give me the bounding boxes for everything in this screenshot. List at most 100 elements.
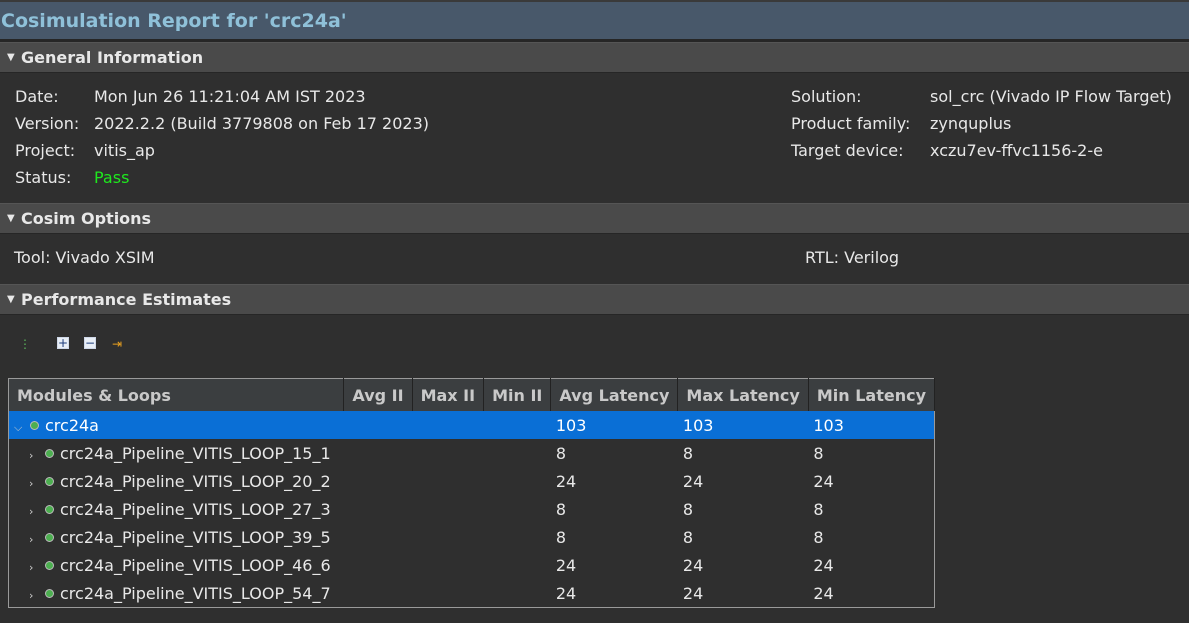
module-status-dot-icon [45,560,54,570]
cell-min-ii [484,495,551,523]
cell-max-ii [412,439,484,467]
table-row[interactable]: › crc24a_Pipeline_VITIS_LOOP_27_3 8 8 8 [9,495,935,523]
col-avg-latency[interactable]: Avg Latency [550,378,679,411]
cell-max-lat: 8 [682,527,694,547]
cosim-rtl: RTL: Verilog [805,248,900,267]
cell-max-ii [412,467,484,495]
chevron-right-icon[interactable]: › [29,589,41,602]
section-cosim-options[interactable]: ▼ Cosim Options [0,203,1189,234]
cell-min-ii [484,439,551,467]
cell-avg-lat: 24 [555,555,577,575]
info-status: Status: Pass [15,168,130,187]
cell-avg-lat: 24 [555,471,577,491]
cell-avg-lat: 8 [555,499,567,519]
cell-min-lat: 103 [808,411,935,439]
cell-min-lat: 24 [813,471,834,491]
module-cell: › crc24a_Pipeline_VITIS_LOOP_20_2 [29,471,331,491]
info-target-device: Target device: xczu7ev-ffvc1156-2-e [791,141,1103,160]
module-status-dot-icon [45,588,54,598]
col-min-ii[interactable]: Min II [483,378,552,411]
module-cell: › crc24a_Pipeline_VITIS_LOOP_54_7 [29,583,331,603]
expand-all-icon[interactable]: + [57,337,69,349]
cell-avg-ii [343,411,413,439]
table-row[interactable]: › crc24a_Pipeline_VITIS_LOOP_15_1 8 8 8 [9,439,935,467]
table-row[interactable]: › crc24a_Pipeline_VITIS_LOOP_20_2 24 24 24 [9,467,935,495]
cell-max-lat: 24 [682,471,704,491]
info-version: Version: 2022.2.2 (Build 3779808 on Feb 1… [15,114,430,133]
performance-table: Modules & Loops Avg II Max II Min II Avg… [8,378,936,608]
collapse-triangle-icon[interactable]: ▼ [7,213,15,224]
module-cell: › crc24a_Pipeline_VITIS_LOOP_46_6 [29,555,331,575]
cell-min-lat: 24 [813,583,834,603]
table-row[interactable]: ⌵ crc24a 103 103 103 [8,411,935,439]
cell-avg-ii [344,495,412,523]
cosim-tool: Tool: Vivado XSIM [14,248,155,267]
module-cell: › crc24a_Pipeline_VITIS_LOOP_15_1 [29,443,331,463]
chevron-right-icon[interactable]: › [29,505,41,518]
status-pass: Pass [94,168,130,187]
cell-max-ii [412,579,484,608]
module-status-dot-icon [45,476,54,486]
chevron-down-icon[interactable]: ⌵ [14,421,26,435]
report-title-bar: Cosimulation Report for 'crc24a' [0,0,1189,42]
info-date: Date: Mon Jun 26 11:21:04 AM IST 2023 [15,87,366,106]
collapse-triangle-icon[interactable]: ▼ [7,294,15,305]
cell-max-ii [412,523,484,551]
hierarchy-icon[interactable]: ⋮ [18,337,32,351]
section-title: Cosim Options [21,209,152,228]
info-solution: Solution: sol_crc (Vivado IP Flow Target) [791,87,1172,106]
cell-min-lat: 8 [813,499,824,519]
cell-min-lat: 8 [813,527,824,547]
col-max-latency[interactable]: Max Latency [677,378,809,411]
module-status-dot-icon [45,532,54,542]
col-max-ii[interactable]: Max II [412,378,485,411]
cell-max-lat: 8 [682,499,694,519]
cell-avg-lat: 24 [555,583,577,603]
info-project: Project: vitis_ap [15,141,155,160]
chevron-right-icon[interactable]: › [29,477,41,490]
cell-avg-ii [344,551,412,579]
collapse-triangle-icon[interactable]: ▼ [7,52,15,63]
cell-max-ii [412,551,484,579]
cell-min-ii [484,467,551,495]
cell-min-ii [484,579,551,608]
module-cell: ⌵ crc24a [8,411,344,439]
report-title: Cosimulation Report for 'crc24a' [1,9,347,32]
table-row[interactable]: › crc24a_Pipeline_VITIS_LOOP_39_5 8 8 8 [9,523,935,551]
cell-avg-ii [344,579,412,608]
cell-avg-lat: 8 [555,443,567,463]
module-status-dot-icon [45,504,54,514]
col-avg-ii[interactable]: Avg II [343,378,413,411]
cell-max-lat: 24 [682,583,704,603]
cell-avg-ii [344,523,412,551]
cell-avg-ii [344,439,412,467]
cell-max-lat: 103 [677,411,809,439]
cell-avg-lat: 8 [555,527,567,547]
section-title: General Information [21,48,204,67]
cell-min-ii [484,551,551,579]
collapse-all-icon[interactable]: − [84,337,96,349]
cell-max-lat: 8 [682,443,694,463]
cell-max-ii [412,495,484,523]
section-general-information[interactable]: ▼ General Information [0,42,1189,73]
table-row[interactable]: › crc24a_Pipeline_VITIS_LOOP_46_6 24 24 24 [9,551,935,579]
general-info-panel: Date: Mon Jun 26 11:21:04 AM IST 2023 Ver… [0,73,1189,203]
info-product-family: Product family: zynquplus [791,114,1012,133]
cell-min-lat: 24 [813,555,834,575]
table-row[interactable]: › crc24a_Pipeline_VITIS_LOOP_54_7 24 24 24 [9,579,935,608]
chevron-right-icon[interactable]: › [29,449,41,462]
module-status-dot-icon [45,448,54,458]
section-performance-estimates[interactable]: ▼ Performance Estimates [0,284,1189,315]
chevron-right-icon[interactable]: › [29,533,41,546]
section-title: Performance Estimates [21,290,232,309]
cell-min-lat: 8 [813,443,824,463]
module-cell: › crc24a_Pipeline_VITIS_LOOP_39_5 [29,527,331,547]
cell-min-ii [483,411,551,439]
chevron-right-icon[interactable]: › [29,561,41,574]
go-to-source-icon[interactable]: ⇥ [110,337,124,351]
col-min-latency[interactable]: Min Latency [808,378,936,411]
cell-avg-lat: 103 [550,411,678,439]
module-status-dot-icon [30,420,39,430]
col-modules-loops[interactable]: Modules & Loops [8,378,345,411]
cell-avg-ii [344,467,412,495]
